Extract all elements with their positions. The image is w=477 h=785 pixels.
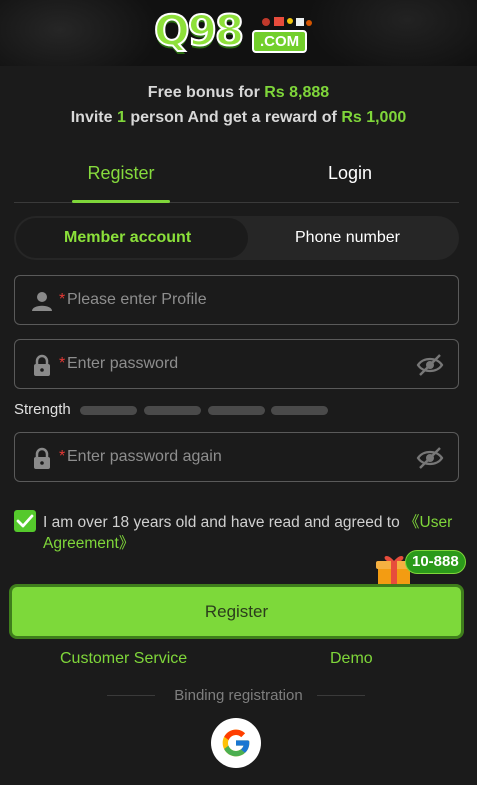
demo-link[interactable]: Demo [330, 650, 373, 668]
agreement-statement: I am over 18 years old and have read and… [43, 514, 405, 531]
tab-register[interactable]: Register [72, 163, 170, 184]
account-type-switch: Member account Phone number [14, 216, 459, 260]
segment-member-account[interactable]: Member account [64, 229, 191, 247]
tab-login[interactable]: Login [304, 163, 396, 184]
invite-text-middle: person And get a reward of [125, 109, 342, 126]
required-mark: * [59, 448, 66, 465]
strength-bar [144, 406, 201, 415]
google-login-button[interactable] [211, 718, 261, 768]
bonus-text: Free bonus for [147, 84, 265, 101]
profile-input[interactable] [67, 288, 407, 312]
active-tab-indicator [72, 200, 170, 203]
register-button[interactable]: Register [9, 584, 464, 639]
user-icon [32, 292, 52, 311]
invite-text: Invite [70, 109, 117, 126]
strength-bar [208, 406, 265, 415]
google-icon [222, 729, 250, 757]
gift-reward-badge[interactable]: 10-888 [405, 550, 466, 574]
header-banner: Q98 .COM [0, 0, 477, 66]
site-logo: Q98 .COM [153, 5, 324, 56]
logo-text: Q98 [153, 5, 245, 56]
password-input[interactable] [67, 352, 407, 376]
strength-bar [80, 406, 137, 415]
binding-registration-label: Binding registration [174, 687, 303, 704]
logo-suffix: .COM [252, 30, 308, 53]
bonus-line-1: Free bonus for Rs 8,888 [0, 84, 477, 102]
invite-count: 1 [116, 109, 126, 126]
profile-field: * [14, 275, 459, 325]
password-strength-label: Strength [14, 401, 71, 418]
auth-tabs: Register Login [14, 150, 459, 203]
check-icon [16, 514, 34, 528]
reward-amount: Rs 1,000 [341, 109, 407, 126]
lock-icon [34, 447, 50, 469]
password-field: * [14, 339, 459, 389]
logo-decoration-icon [262, 17, 312, 26]
eye-off-icon[interactable] [416, 446, 444, 470]
agreement-text: I am over 18 years old and have read and… [43, 512, 463, 554]
confirm-password-input[interactable] [67, 445, 407, 469]
divider-right [317, 695, 365, 696]
segment-phone-number[interactable]: Phone number [295, 229, 400, 247]
customer-service-link[interactable]: Customer Service [60, 650, 187, 668]
strength-bar [271, 406, 328, 415]
lock-icon [34, 354, 50, 376]
bonus-amount: Rs 8,888 [264, 84, 330, 101]
bonus-line-2: Invite 1 person And get a reward of Rs 1… [0, 109, 477, 127]
header-decoration-right [307, 0, 477, 66]
required-mark: * [59, 355, 66, 372]
required-mark: * [59, 291, 66, 308]
confirm-password-field: * [14, 432, 459, 482]
header-decoration-left [0, 0, 160, 66]
agreement-checkbox[interactable] [14, 510, 36, 532]
eye-off-icon[interactable] [416, 353, 444, 377]
